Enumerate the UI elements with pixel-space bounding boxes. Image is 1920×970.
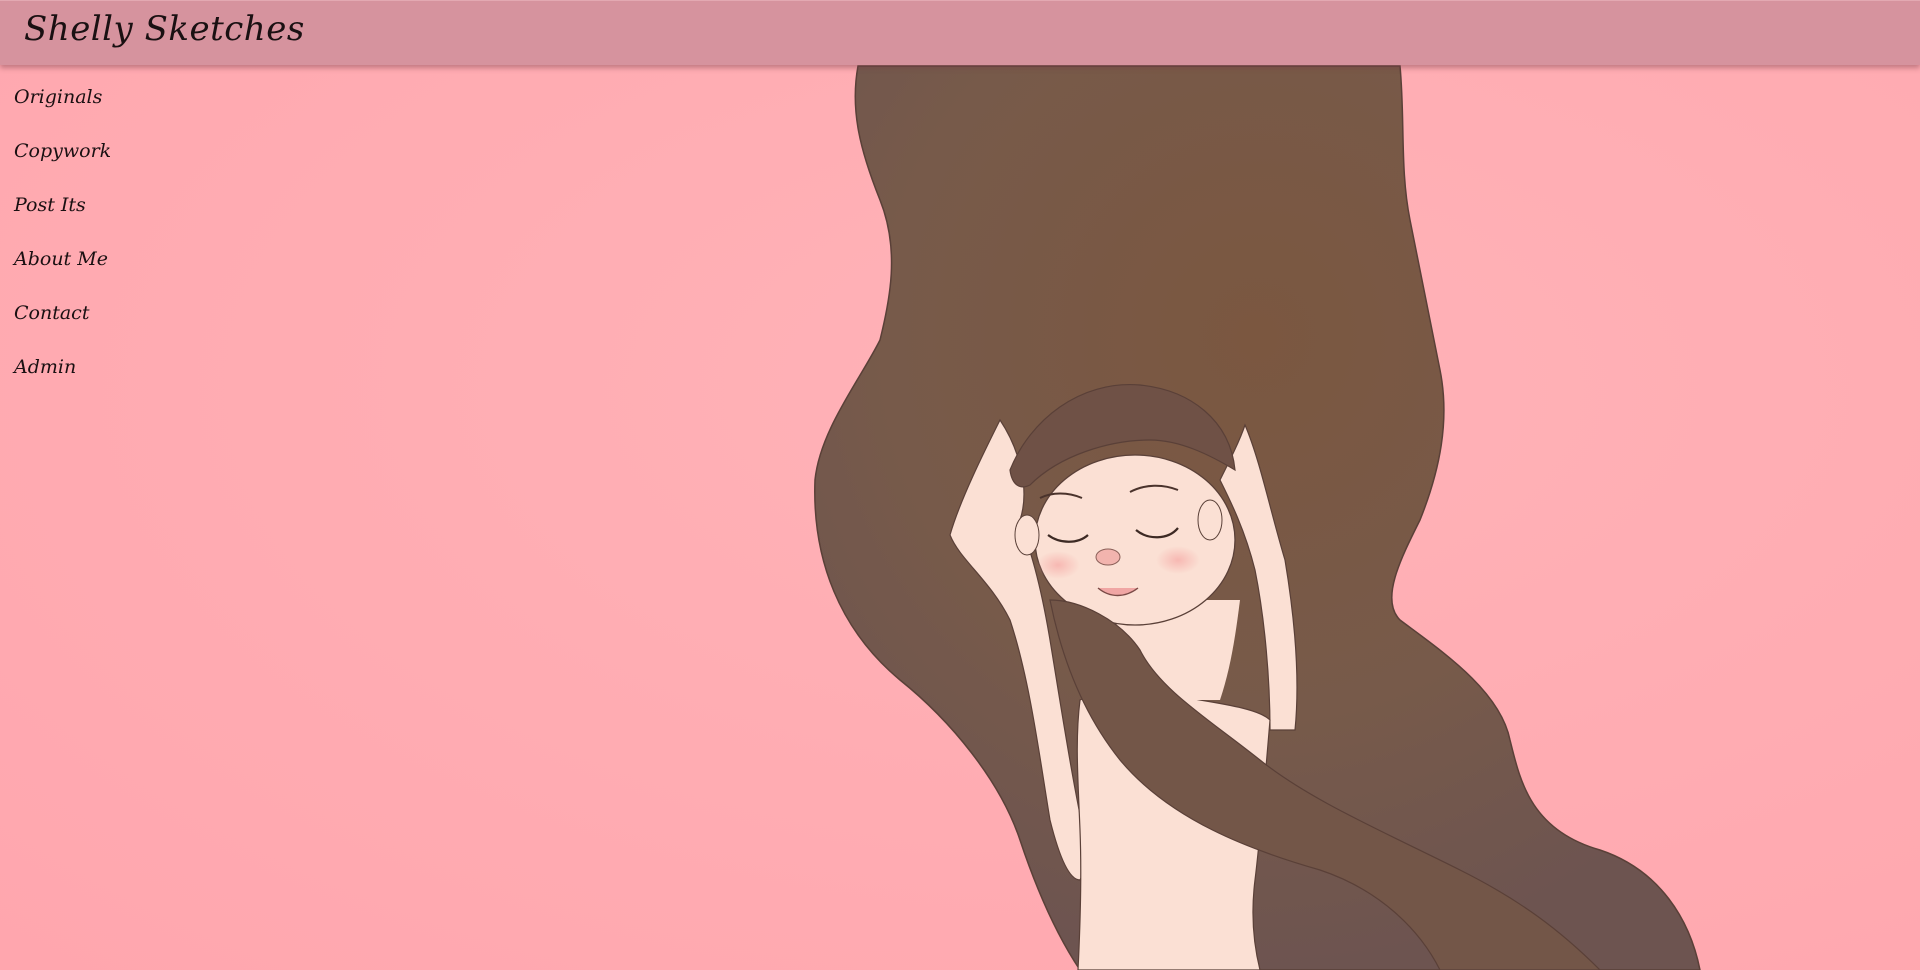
left-cheek [1036, 551, 1080, 579]
left-ear [1014, 514, 1040, 556]
sidebar-nav: Originals Copywork Post Its About Me Con… [14, 82, 111, 406]
right-cheek [1156, 546, 1200, 574]
nav-item-contact[interactable]: Contact [14, 298, 111, 352]
site-header: Shelly Sketches [0, 0, 1920, 65]
face [1034, 454, 1236, 626]
nav-item-copywork[interactable]: Copywork [14, 136, 111, 190]
nav-item-post-its[interactable]: Post Its [14, 190, 111, 244]
hero-illustration [814, 65, 1701, 970]
nav-item-originals[interactable]: Originals [14, 82, 111, 136]
nav-item-about-me[interactable]: About Me [14, 244, 111, 298]
site-title-logo[interactable]: Shelly Sketches [24, 9, 305, 49]
nose [1095, 548, 1121, 566]
right-ear [1197, 499, 1223, 541]
nav-item-admin[interactable]: Admin [14, 352, 111, 406]
